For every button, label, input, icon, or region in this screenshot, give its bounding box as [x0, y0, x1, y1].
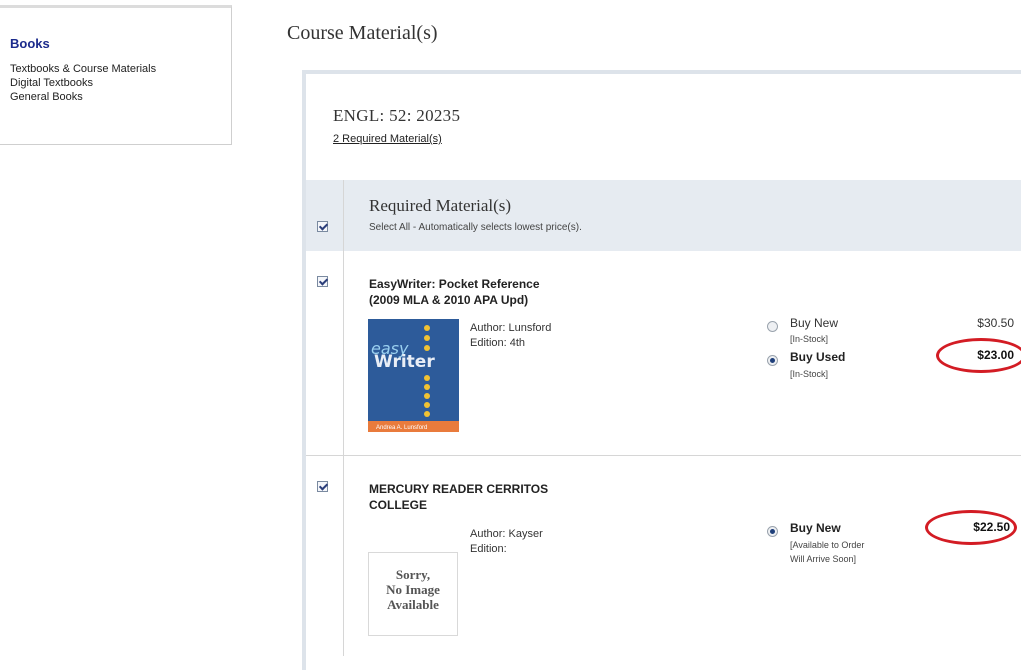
item-1-title-line1: EasyWriter: Pocket Reference: [369, 277, 540, 291]
no-image-text: Sorry,: [395, 567, 431, 582]
item-2-checkbox[interactable]: [317, 481, 328, 492]
item-2-title: MERCURY READER CERRITOS COLLEGE: [369, 481, 548, 513]
cover-dot: [424, 411, 430, 417]
sidebar-link-general-books[interactable]: General Books: [10, 91, 83, 103]
select-all-checkbox[interactable]: [317, 221, 328, 232]
column-divider: [343, 180, 344, 656]
item-2-stock-line2: Will Arrive Soon]: [790, 554, 857, 564]
item-1-buy-new-radio[interactable]: [767, 321, 778, 332]
no-image-placeholder: Sorry, No Image Available: [368, 552, 458, 636]
item-1-buy-new-price: $30.50: [977, 316, 1014, 330]
item-1-edition: Edition: 4th: [470, 337, 526, 349]
sidebar-link-textbooks[interactable]: Textbooks & Course Materials: [10, 63, 156, 75]
cover-dot: [424, 402, 430, 408]
cover-dot: [424, 335, 430, 341]
item-1-author: Author: Lunsford: [470, 322, 552, 334]
cover-author: Andrea A. Lunsford: [376, 425, 428, 431]
select-all-label: Select All - Automatically selects lowes…: [369, 222, 582, 233]
price-highlight-circle: [925, 510, 1017, 545]
item-separator: [306, 455, 1021, 456]
required-section-title: Required Material(s): [369, 196, 512, 215]
course-code: ENGL: 52: 20235: [333, 106, 461, 125]
required-materials-link[interactable]: 2 Required Material(s): [333, 133, 442, 145]
item-1-title-line2: (2009 MLA & 2010 APA Upd): [369, 293, 529, 307]
item-2-title-line2: COLLEGE: [369, 498, 428, 512]
item-2-author: Author: Kayser: [470, 528, 543, 540]
item-1-buy-new-stock: [In-Stock]: [790, 334, 829, 344]
category-sidebar: Books Textbooks & Course Materials Digit…: [0, 5, 232, 145]
item-1-buy-used-radio[interactable]: [767, 355, 778, 366]
cover-dot: [424, 384, 430, 390]
item-2-buy-new-label[interactable]: Buy New: [790, 521, 841, 535]
item-1-buy-used-label[interactable]: Buy Used: [790, 350, 845, 364]
sidebar-heading-books[interactable]: Books: [10, 36, 50, 51]
cover-dot: [424, 393, 430, 399]
no-image-text: Available: [387, 597, 439, 612]
item-2-edition: Edition:: [470, 543, 507, 555]
item-2-buy-new-radio[interactable]: [767, 526, 778, 537]
item-1-title: EasyWriter: Pocket Reference (2009 MLA &…: [369, 276, 540, 308]
cover-dot: [424, 345, 430, 351]
cover-dot: [424, 375, 430, 381]
price-highlight-circle: [936, 338, 1021, 373]
book-cover-image: easy Writer Andrea A. Lunsford: [368, 319, 459, 432]
no-image-text: No Image: [386, 582, 440, 597]
item-2-stock-line1: [Available to Order: [790, 540, 865, 550]
sidebar-link-digital-textbooks[interactable]: Digital Textbooks: [10, 77, 93, 89]
cover-title-writer: Writer: [374, 352, 435, 372]
item-1-buy-used-stock: [In-Stock]: [790, 369, 829, 379]
item-1-checkbox[interactable]: [317, 276, 328, 287]
item-1-buy-new-label[interactable]: Buy New: [790, 316, 838, 330]
page-title: Course Material(s): [287, 22, 438, 44]
item-2-title-line1: MERCURY READER CERRITOS: [369, 482, 549, 496]
cover-dot: [424, 325, 430, 331]
